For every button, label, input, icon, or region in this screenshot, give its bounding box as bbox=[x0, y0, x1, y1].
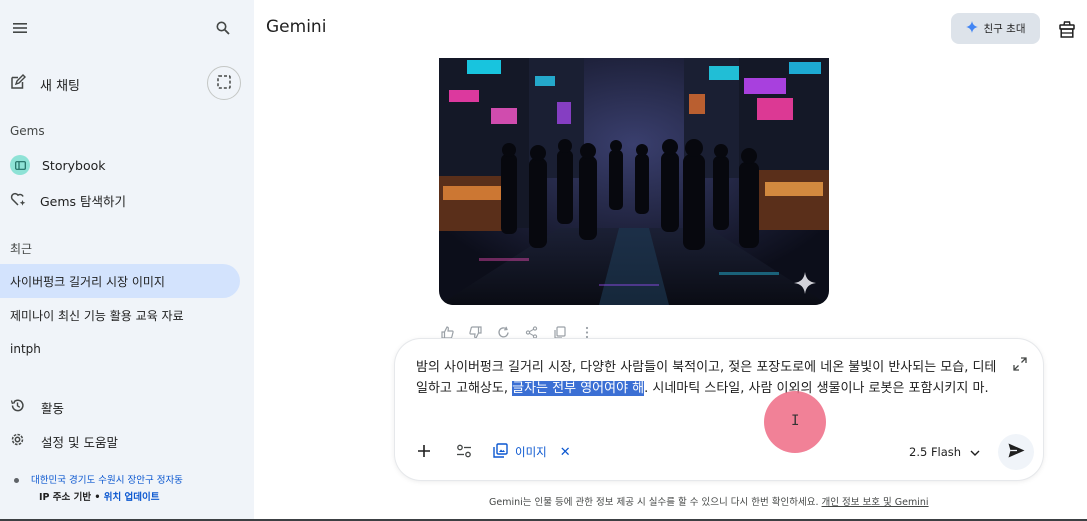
app-title: Gemini bbox=[266, 17, 327, 37]
settings-help-button[interactable]: 설정 및 도움말 bbox=[10, 429, 118, 453]
privacy-link[interactable]: 개인 정보 보호 및 Gemini bbox=[822, 497, 929, 508]
model-selector[interactable]: 2.5 Flash bbox=[909, 440, 980, 464]
gem-item-storybook[interactable]: Storybook bbox=[10, 153, 106, 177]
prompt-text-selected: 글자는 전부 영어여야 해 bbox=[512, 381, 645, 396]
gem-heart-icon bbox=[10, 191, 26, 210]
send-button[interactable] bbox=[998, 434, 1034, 470]
recent-chat-label: intph bbox=[10, 342, 41, 356]
gems-section-label: Gems bbox=[10, 124, 45, 138]
activity-label: 활동 bbox=[41, 400, 65, 416]
recent-chat-item[interactable]: 제미나이 최신 기능 활용 교육 자료 bbox=[0, 298, 240, 332]
settings-help-label: 설정 및 도움말 bbox=[41, 434, 118, 450]
location-basis: IP 주소 기반 bbox=[39, 492, 92, 503]
main-menu-icon[interactable] bbox=[8, 16, 32, 40]
tools-button[interactable] bbox=[453, 441, 475, 463]
temporary-chat-button[interactable] bbox=[207, 66, 241, 100]
new-chat-label: 새 채팅 bbox=[40, 78, 81, 94]
close-icon[interactable]: ✕ bbox=[560, 445, 571, 460]
recent-chat-item[interactable]: intph bbox=[0, 332, 240, 366]
more-options-icon[interactable] bbox=[579, 324, 595, 340]
send-icon bbox=[1008, 443, 1025, 462]
location-update-link[interactable]: 위치 업데이트 bbox=[104, 492, 160, 503]
gift-icon[interactable] bbox=[1054, 17, 1080, 41]
gem-item-label: Storybook bbox=[42, 157, 106, 173]
chevron-down-icon bbox=[970, 445, 980, 459]
sidebar: 새 채팅 Gems Storybook Gems 탐색하기 최근 사이버펑크 길… bbox=[0, 0, 254, 521]
location-info: 대한민국 경기도 수원시 장안구 정자동 IP 주소 기반 • 위치 업데이트 bbox=[14, 472, 183, 506]
expand-icon[interactable] bbox=[1013, 356, 1027, 371]
history-icon bbox=[10, 398, 25, 416]
prompt-text-after: . 시네마틱 스타일, 사람 이외의 생물이나 로봇은 포함시키지 마. bbox=[644, 381, 989, 396]
new-chat-button[interactable]: 새 채팅 bbox=[10, 72, 80, 96]
edit-icon bbox=[10, 74, 26, 94]
disclaimer-body: Gemini는 인물 등에 관한 정보 제공 시 실수를 할 수 있으니 다시 … bbox=[489, 497, 819, 508]
sparkle-icon bbox=[965, 21, 978, 36]
recent-chat-item[interactable]: 사이버펑크 길거리 시장 이미지 bbox=[0, 264, 240, 298]
temporary-chat-icon bbox=[217, 74, 231, 93]
image-gallery-icon bbox=[493, 443, 508, 461]
prompt-input[interactable]: 밤의 사이버펑크 길거리 시장, 다양한 사람들이 북적이고, 젖은 포장도로에… bbox=[416, 357, 1008, 399]
explore-gems-button[interactable]: Gems 탐색하기 bbox=[10, 188, 126, 212]
sparkle-watermark-icon bbox=[793, 271, 817, 299]
plus-icon bbox=[417, 443, 431, 462]
recent-chat-label: 사이버펑크 길거리 시장 이미지 bbox=[10, 274, 165, 289]
location-separator: • bbox=[91, 492, 104, 503]
thumbs-down-icon[interactable] bbox=[467, 324, 483, 340]
add-attachment-button[interactable] bbox=[413, 441, 435, 463]
search-icon[interactable] bbox=[211, 16, 235, 40]
image-tool-chip[interactable]: 이미지 ✕ bbox=[493, 439, 571, 465]
response-actions bbox=[439, 324, 595, 340]
share-icon[interactable] bbox=[523, 324, 539, 340]
book-icon bbox=[10, 155, 30, 175]
model-label: 2.5 Flash bbox=[909, 445, 962, 459]
tools-sliders-icon bbox=[456, 443, 472, 462]
generated-image[interactable] bbox=[439, 58, 829, 305]
copy-icon[interactable] bbox=[551, 324, 567, 340]
image-tool-label: 이미지 bbox=[515, 445, 547, 459]
location-place: 대한민국 경기도 수원시 장안구 정자동 bbox=[31, 475, 183, 486]
invite-friend-label: 친구 초대 bbox=[983, 23, 1026, 35]
thumbs-up-icon[interactable] bbox=[439, 324, 455, 340]
disclaimer-text: Gemini는 인물 등에 관한 정보 제공 시 실수를 할 수 있으니 다시 … bbox=[489, 494, 929, 508]
gear-icon bbox=[10, 432, 25, 450]
text-cursor-icon: I bbox=[791, 413, 800, 429]
invite-friend-button[interactable]: 친구 초대 bbox=[951, 13, 1040, 44]
prompt-composer: 밤의 사이버펑크 길거리 시장, 다양한 사람들이 북적이고, 젖은 포장도로에… bbox=[395, 339, 1043, 480]
recent-section-label: 최근 bbox=[10, 242, 33, 256]
explore-gems-label: Gems 탐색하기 bbox=[40, 193, 127, 209]
recent-chat-label: 제미나이 최신 기능 활용 교육 자료 bbox=[10, 308, 184, 323]
location-dot-icon bbox=[14, 478, 19, 483]
regenerate-icon[interactable] bbox=[495, 324, 511, 340]
activity-button[interactable]: 활동 bbox=[10, 395, 64, 419]
